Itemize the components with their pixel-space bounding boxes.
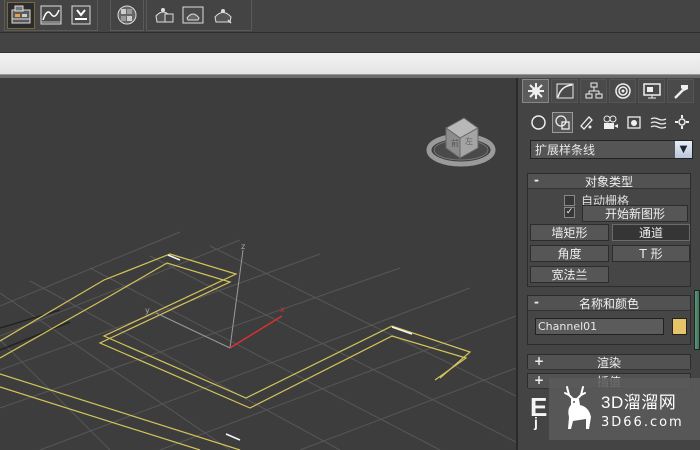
site-watermark: 3D溜溜网 3D66.com xyxy=(549,378,700,440)
curve-editor-button[interactable] xyxy=(37,2,65,29)
watermark-url: 3D66.com xyxy=(601,415,684,430)
scene-explorer-button[interactable] xyxy=(7,1,35,29)
watermark-title: 3D溜溜网 xyxy=(601,393,677,412)
channel-shape[interactable] xyxy=(0,253,472,450)
tab-motion[interactable] xyxy=(609,79,636,103)
viewcube[interactable]: 前 左 xyxy=(424,106,498,170)
object-color-swatch[interactable] xyxy=(672,318,687,335)
render-setup-icon xyxy=(155,8,174,23)
category-helpers[interactable] xyxy=(624,112,645,133)
main-toolbar xyxy=(0,0,700,33)
schematic-button[interactable] xyxy=(67,2,95,29)
material-editor-icon xyxy=(117,5,137,25)
cameras-icon xyxy=(603,115,618,129)
wide-rectangle-button[interactable]: 墙矩形 xyxy=(530,224,609,241)
toolbar-group-2 xyxy=(110,0,144,31)
object-type-rollout: - 对象类型 自动栅格 ✓ 开始新图形 墙矩形 通道 角度 T 形 宽法兰 xyxy=(527,173,691,287)
svg-text:左: 左 xyxy=(465,136,473,146)
systems-icon xyxy=(675,115,689,129)
category-cameras[interactable] xyxy=(600,112,621,133)
chevron-down-icon[interactable]: ▼ xyxy=(675,141,692,158)
expand-icon: + xyxy=(534,373,545,387)
toolbar-group-3 xyxy=(146,0,252,31)
render-icon xyxy=(214,9,232,24)
collapse-icon: - xyxy=(534,295,539,309)
tee-button[interactable]: T 形 xyxy=(612,245,690,262)
panel-tabs xyxy=(522,79,694,103)
render-header[interactable]: + 渲染 xyxy=(528,354,690,370)
scene-explorer-icon xyxy=(11,5,31,24)
axis-z-label: z xyxy=(241,242,245,251)
helpers-icon xyxy=(627,116,641,129)
shapes-icon xyxy=(555,115,570,130)
space-warps-icon xyxy=(650,117,667,129)
object-type-title: 对象类型 xyxy=(584,174,633,189)
motion-tab-icon xyxy=(614,83,631,99)
axis-tripod: z y x xyxy=(145,242,285,349)
angle-button[interactable]: 角度 xyxy=(530,245,609,262)
category-systems[interactable] xyxy=(672,112,693,133)
tab-utilities[interactable] xyxy=(667,79,694,103)
ribbon-strip xyxy=(0,33,700,53)
display-tab-icon xyxy=(642,83,661,99)
start-new-shape-checkbox[interactable]: ✓ xyxy=(564,207,575,218)
category-geometry[interactable] xyxy=(528,112,549,133)
object-name-field[interactable]: Channel01 xyxy=(535,318,664,335)
modify-tab-icon xyxy=(556,83,573,99)
category-space-warps[interactable] xyxy=(648,112,669,133)
tab-hierarchy[interactable] xyxy=(580,79,607,103)
geometry-icon xyxy=(531,115,546,130)
perspective-viewport[interactable]: z y x 前 左 xyxy=(0,78,516,450)
utilities-tab-icon xyxy=(673,85,688,99)
panel-scrollbar[interactable] xyxy=(694,290,700,350)
rendered-frame-button[interactable] xyxy=(179,2,207,29)
expand-icon: + xyxy=(534,354,545,368)
channel-button[interactable]: 通道 xyxy=(612,224,690,241)
schematic-icon xyxy=(71,5,91,25)
tab-modify[interactable] xyxy=(551,79,578,103)
name-color-title: 名称和颜色 xyxy=(578,296,639,311)
collapse-icon: - xyxy=(534,173,539,187)
render-button[interactable] xyxy=(209,2,237,29)
name-color-header[interactable]: - 名称和颜色 xyxy=(528,295,690,311)
material-editor-button[interactable] xyxy=(113,2,141,29)
toolbar-group-1 xyxy=(4,0,98,31)
rendered-frame-icon xyxy=(182,6,204,24)
object-type-header[interactable]: - 对象类型 xyxy=(528,173,690,189)
shape-type-dropdown[interactable]: 扩展样条线 ▼ xyxy=(530,140,693,159)
axis-y-label: y xyxy=(145,306,150,315)
tab-create[interactable] xyxy=(522,79,549,103)
curve-editor-icon xyxy=(40,5,62,25)
category-lights[interactable] xyxy=(576,112,597,133)
partial-label-fragment-2: j xyxy=(534,414,538,430)
render-setup-button[interactable] xyxy=(149,2,177,29)
axis-x-label: x xyxy=(280,305,285,314)
hierarchy-tab-icon xyxy=(585,82,602,99)
object-categories xyxy=(528,112,693,133)
wide-flange-button[interactable]: 宽法兰 xyxy=(530,266,609,283)
start-new-shape-button[interactable]: 开始新图形 xyxy=(582,205,688,222)
tab-display[interactable] xyxy=(638,79,665,103)
category-shapes[interactable] xyxy=(552,112,573,133)
autogrid-checkbox[interactable] xyxy=(564,195,575,206)
start-new-shape-row[interactable]: ✓ xyxy=(564,207,575,218)
dropdown-value: 扩展样条线 xyxy=(535,143,596,157)
ribbon-bar xyxy=(0,53,700,75)
deer-logo-icon xyxy=(564,386,591,429)
name-color-rollout: - 名称和颜色 Channel01 xyxy=(527,295,691,345)
render-rollout: + 渲染 xyxy=(527,354,691,370)
create-tab-icon xyxy=(527,83,544,99)
svg-text:前: 前 xyxy=(451,138,459,148)
render-title: 渲染 xyxy=(596,355,621,370)
lights-icon xyxy=(580,116,593,130)
